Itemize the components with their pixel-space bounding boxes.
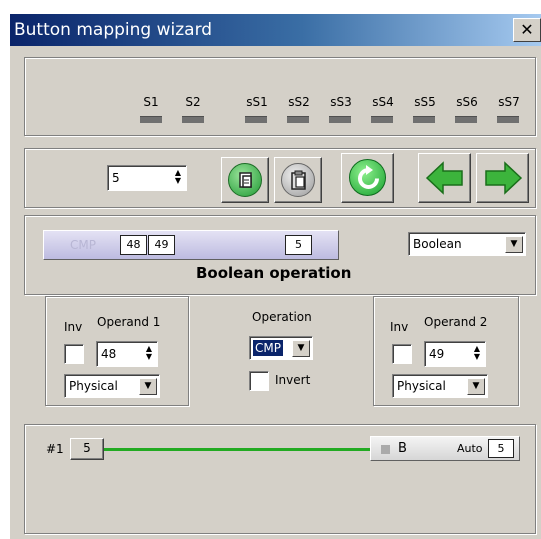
operand1-inv-label: Inv — [64, 320, 83, 334]
mapping-target-value[interactable]: 5 — [488, 439, 514, 458]
index-stepper[interactable]: 5 ▲ ▼ — [107, 165, 187, 191]
status-square-icon — [381, 445, 390, 454]
back-button[interactable] — [418, 153, 471, 203]
slot-indicator — [413, 116, 435, 123]
mapping-connector-line — [104, 448, 372, 451]
mapping-target[interactable]: B Auto 5 — [370, 436, 520, 461]
reset-icon — [349, 159, 386, 196]
operand2-title: Operand 2 — [424, 315, 488, 329]
forward-button[interactable] — [476, 153, 529, 203]
slot-indicator — [497, 116, 519, 123]
chevron-down-icon[interactable]: ▼ — [467, 378, 485, 395]
operand1-source-select[interactable]: Physical ▼ — [64, 374, 160, 398]
window-title: Button mapping wizard — [14, 20, 213, 40]
operation-type-select[interactable]: Boolean ▼ — [408, 232, 526, 256]
operand2-stepper[interactable]: 49 ▲ ▼ — [424, 341, 486, 367]
slot-indicator — [329, 116, 351, 123]
spin-arrows-icon[interactable]: ▲ ▼ — [143, 345, 155, 363]
chevron-down-icon[interactable]: ▼ — [292, 340, 310, 357]
paste-icon — [281, 163, 315, 197]
index-value: 5 — [112, 171, 120, 185]
operand1-source-value: Physical — [69, 379, 118, 393]
forward-arrow-icon — [485, 161, 523, 195]
operation-type-value: Boolean — [413, 237, 462, 251]
chevron-down-icon[interactable]: ▼ — [505, 236, 523, 253]
spin-arrows-icon[interactable]: ▲ ▼ — [471, 345, 483, 363]
slot-label: sS1 — [246, 95, 268, 109]
operand2-source-select[interactable]: Physical ▼ — [392, 374, 488, 398]
operand1-value: 48 — [101, 347, 117, 361]
operation-heading: Boolean operation — [196, 264, 352, 282]
spin-arrows-icon[interactable]: ▲ ▼ — [172, 169, 184, 187]
operand1-inv-checkbox[interactable] — [64, 344, 84, 364]
slot-indicator — [455, 116, 477, 123]
mapping-index-label: #1 — [46, 442, 64, 456]
operand2-inv-label: Inv — [390, 320, 409, 334]
paste-button[interactable] — [274, 157, 322, 203]
slot-label: sS5 — [414, 95, 436, 109]
slot-indicator — [371, 116, 393, 123]
operation-faded-label: CMP — [70, 238, 96, 252]
back-arrow-icon — [425, 161, 463, 195]
operation-select[interactable]: CMP ▼ — [249, 336, 313, 360]
mapping-target-label: B — [398, 441, 407, 456]
invert-checkbox[interactable] — [249, 371, 269, 391]
operation-title: Operation — [252, 310, 312, 324]
invert-label: Invert — [275, 373, 311, 387]
chevron-down-icon[interactable]: ▼ — [139, 378, 157, 395]
copy-icon — [228, 163, 262, 197]
slot-indicator — [287, 116, 309, 123]
operand1-title: Operand 1 — [97, 315, 161, 329]
operation-bar[interactable]: CMP 48 49 5 — [43, 230, 339, 260]
copy-button[interactable] — [221, 157, 269, 203]
mapping-source-button[interactable]: 5 — [70, 438, 104, 460]
slot-label: sS6 — [456, 95, 478, 109]
slot-label: sS2 — [288, 95, 310, 109]
close-button[interactable]: ✕ — [513, 18, 541, 42]
slot-label: S1 — [143, 95, 159, 109]
slot-indicator — [245, 116, 267, 123]
operand1-stepper[interactable]: 48 ▲ ▼ — [96, 341, 158, 367]
slot-indicator — [140, 116, 162, 123]
operand1-chip[interactable]: 48 — [120, 235, 147, 255]
slot-label: sS7 — [498, 95, 520, 109]
operand2-chip[interactable]: 49 — [148, 235, 175, 255]
reset-button[interactable] — [341, 153, 394, 203]
slot-label: sS4 — [372, 95, 394, 109]
result-chip[interactable]: 5 — [285, 235, 312, 255]
slot-label: sS3 — [330, 95, 352, 109]
slot-label: S2 — [185, 95, 201, 109]
slot-indicator — [182, 116, 204, 123]
operation-selected-value: CMP — [253, 340, 283, 356]
operand2-source-value: Physical — [397, 379, 446, 393]
operand2-inv-checkbox[interactable] — [392, 344, 412, 364]
mapping-mode-label: Auto — [457, 442, 483, 455]
operand2-value: 49 — [429, 347, 445, 361]
